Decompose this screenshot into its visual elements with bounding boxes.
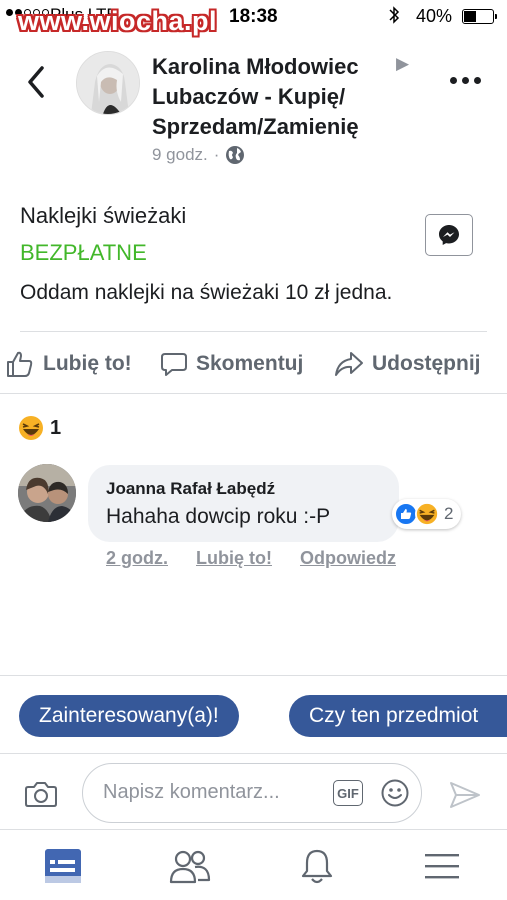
battery-icon bbox=[462, 9, 497, 24]
listing-title: Naklejki świeżaki bbox=[20, 203, 187, 228]
reaction-count: 1 bbox=[50, 416, 62, 439]
post-action-bar: Lubię to! Skomentuj Udostępnij bbox=[0, 342, 507, 386]
reaction-summary[interactable]: 1 bbox=[18, 415, 61, 441]
send-icon bbox=[450, 782, 480, 808]
smiley-icon[interactable] bbox=[380, 778, 410, 808]
status-bar: Plus LTE www.wiocha.pl 18:38 40% bbox=[0, 0, 507, 36]
more-dots-icon bbox=[450, 76, 457, 84]
back-chevron-icon bbox=[28, 66, 44, 98]
group-name[interactable]: Lubaczów - Kupię/ Sprzedam/Zamienię bbox=[152, 84, 359, 139]
comment-icon bbox=[161, 353, 187, 376]
news-feed-icon bbox=[45, 849, 81, 883]
meta-separator: · bbox=[213, 145, 220, 164]
comment-placeholder: Napisz komentarz... bbox=[103, 781, 280, 803]
comment-reply-link[interactable]: Odpowiedz bbox=[300, 548, 396, 569]
nav-friends[interactable] bbox=[168, 844, 212, 888]
share-button[interactable]: Udostępnij bbox=[334, 342, 481, 386]
comment-like-link[interactable]: Lubię to! bbox=[196, 548, 272, 569]
menu-icon bbox=[425, 854, 459, 879]
quick-reply-chip[interactable]: Zainteresowany(a)! bbox=[19, 695, 239, 737]
share-label: Udostępnij bbox=[372, 352, 481, 375]
camera-icon bbox=[25, 782, 57, 807]
clock: 18:38 bbox=[229, 6, 278, 27]
messenger-icon bbox=[439, 225, 459, 245]
comment-bubble: Joanna Rafał Łabędź Hahaha dowcip roku :… bbox=[88, 465, 399, 542]
like-button[interactable]: Lubię to! bbox=[5, 342, 132, 386]
battery-percent: 40% bbox=[416, 6, 453, 26]
listing-description: Oddam naklejki na świeżaki 10 zł jedna. bbox=[20, 281, 393, 304]
post-time[interactable]: 9 godz. bbox=[152, 145, 208, 165]
bluetooth-icon bbox=[388, 5, 400, 30]
comment-time[interactable]: 2 godz. bbox=[106, 548, 168, 569]
bell-icon bbox=[301, 849, 333, 884]
nav-notifications[interactable] bbox=[295, 844, 339, 888]
share-icon bbox=[335, 352, 363, 376]
gif-icon[interactable]: GIF bbox=[333, 780, 363, 806]
more-options-button[interactable] bbox=[450, 70, 490, 90]
quick-reply-chip[interactable]: Czy ten przedmiot bbox=[289, 695, 507, 737]
comment-label: Skomentuj bbox=[196, 352, 304, 375]
post-meta: 9 godz. · bbox=[152, 145, 245, 165]
divider bbox=[0, 753, 507, 754]
nav-news-feed[interactable] bbox=[41, 844, 85, 888]
bottom-nav bbox=[0, 830, 507, 900]
globe-icon bbox=[226, 146, 245, 164]
comment-input[interactable]: Napisz komentarz... GIF bbox=[82, 763, 422, 823]
poster-name[interactable]: Karolina Młodowiec bbox=[152, 54, 359, 79]
listing-price: BEZPŁATNE bbox=[20, 240, 147, 265]
comment-actions: 2 godz. Lubię to! Odpowiedz bbox=[106, 548, 396, 569]
divider bbox=[0, 675, 507, 676]
divider bbox=[20, 331, 487, 332]
message-seller-button[interactable] bbox=[425, 214, 473, 256]
back-button[interactable] bbox=[20, 62, 54, 102]
poster-avatar[interactable] bbox=[76, 51, 140, 115]
haha-emoji-icon bbox=[19, 416, 43, 440]
like-label: Lubię to! bbox=[43, 352, 132, 375]
thumbs-up-icon bbox=[7, 351, 33, 377]
send-button[interactable] bbox=[448, 780, 482, 810]
comment-author[interactable]: Joanna Rafał Łabędź bbox=[106, 479, 381, 499]
comment-button[interactable]: Skomentuj bbox=[160, 342, 303, 386]
comment-reactions[interactable]: 2 bbox=[392, 499, 462, 529]
comment-text: Hahaha dowcip roku :-P bbox=[106, 505, 331, 528]
camera-button[interactable] bbox=[24, 779, 58, 809]
nav-menu[interactable] bbox=[420, 844, 464, 888]
commenter-avatar[interactable] bbox=[18, 464, 76, 522]
divider bbox=[0, 393, 507, 394]
watermark: www.wiocha.pl bbox=[18, 6, 218, 36]
caret-right-icon: ▶ bbox=[396, 54, 410, 73]
comment-reaction-count: 2 bbox=[444, 504, 454, 523]
friends-icon bbox=[169, 850, 211, 884]
haha-emoji-icon bbox=[415, 502, 439, 526]
